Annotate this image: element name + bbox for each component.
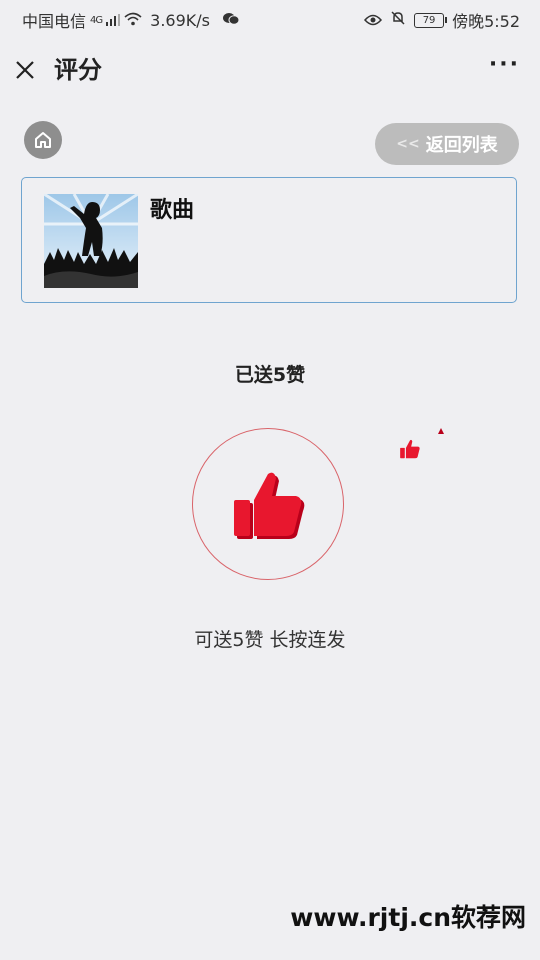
- close-icon: [16, 61, 34, 79]
- wifi-icon: [124, 11, 142, 30]
- thumbs-up-icon: [234, 472, 305, 539]
- floating-particle-icon: [438, 428, 444, 434]
- back-to-list-label: 返回列表: [425, 135, 498, 156]
- network-speed: 3.69K/s: [150, 10, 210, 30]
- page-title: 评分: [54, 56, 102, 84]
- song-card[interactable]: 歌曲: [21, 177, 517, 303]
- eye-icon: [364, 11, 383, 30]
- mute-icon: [390, 10, 406, 30]
- battery-icon: 79: [414, 12, 448, 28]
- double-chevron-left-icon: <<: [396, 136, 420, 152]
- back-to-list-button[interactable]: << 返回列表: [375, 123, 519, 165]
- song-cover-image: [44, 194, 138, 288]
- song-title: 歌曲: [150, 198, 195, 223]
- status-right: 79 傍晚5:52: [364, 8, 520, 32]
- watermark: www.rjtj.cn软荐网: [290, 903, 526, 932]
- more-options-button[interactable]: ···: [489, 52, 520, 77]
- status-time: 傍晚5:52: [452, 12, 520, 31]
- home-icon: [35, 132, 51, 148]
- like-button[interactable]: [192, 428, 344, 580]
- network-type: 4G: [90, 14, 103, 26]
- likes-hint-text: 可送5赞 长按连发: [194, 629, 346, 651]
- status-left: 中国电信 4G 3.69K/s: [22, 8, 240, 32]
- floating-thumbs-up-icon: [400, 439, 420, 459]
- likes-sent-text: 已送5赞: [234, 364, 306, 386]
- status-bar: 中国电信 4G 3.69K/s 79 傍晚5:52: [0, 0, 540, 36]
- signal-icon: [106, 11, 121, 30]
- carrier-label: 中国电信: [22, 12, 87, 31]
- home-button[interactable]: [24, 121, 62, 159]
- close-button[interactable]: [14, 54, 36, 87]
- wechat-icon: [222, 11, 240, 30]
- nav-bar: 评分 ···: [0, 44, 540, 96]
